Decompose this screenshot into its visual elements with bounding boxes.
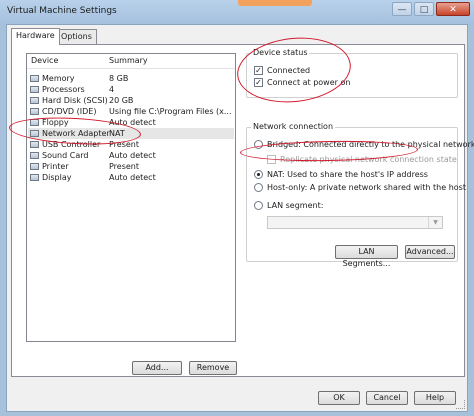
device-name: Hard Disk (SCSI) xyxy=(42,96,108,105)
device-row-hard-disk[interactable]: Hard Disk (SCSI) 20 GB xyxy=(28,95,234,106)
processor-icon xyxy=(30,86,39,93)
device-name: Memory xyxy=(42,74,75,83)
ok-button[interactable]: OK xyxy=(318,391,360,405)
connected-label: Connected xyxy=(267,66,311,75)
device-summary: 8 GB xyxy=(109,74,129,83)
device-status-group: Device status ✓ Connected ✓ Connect at p… xyxy=(246,48,458,98)
bridged-radio[interactable] xyxy=(254,140,263,149)
resize-grip[interactable] xyxy=(456,400,465,409)
network-connection-legend: Network connection xyxy=(251,122,336,131)
cd-dvd-icon xyxy=(30,108,39,115)
usb-icon xyxy=(30,141,39,148)
minimize-button[interactable]: — xyxy=(392,2,412,16)
column-header-summary[interactable]: Summary xyxy=(109,56,148,65)
device-name: Printer xyxy=(42,162,69,171)
floppy-icon xyxy=(30,119,39,126)
device-summary: Auto detect xyxy=(109,118,156,127)
device-row-processors[interactable]: Processors 4 xyxy=(28,84,234,95)
device-name: Sound Card xyxy=(42,151,89,160)
nat-label: NAT: Used to share the host's IP address xyxy=(267,170,428,179)
network-adapter-icon xyxy=(30,130,39,137)
bridged-label: Bridged: Connected directly to the physi… xyxy=(267,140,474,149)
device-row-network-adapter[interactable]: Network Adapter NAT xyxy=(28,128,234,139)
close-button[interactable]: ✕ xyxy=(436,2,470,16)
device-name: Display xyxy=(42,173,72,182)
host-only-radio[interactable] xyxy=(254,183,263,192)
lan-segments-button[interactable]: LAN Segments... xyxy=(335,245,398,268)
chevron-down-icon: ▼ xyxy=(428,217,442,228)
device-summary: 4 xyxy=(109,85,115,94)
device-name: Network Adapter xyxy=(42,129,110,138)
add-button[interactable]: Add... xyxy=(132,361,182,375)
device-name: CD/DVD (IDE) xyxy=(42,107,97,116)
replicate-label: Replicate physical network connection st… xyxy=(280,155,457,164)
advanced-button[interactable]: Advanced... xyxy=(405,245,455,259)
lan-segment-label: LAN segment: xyxy=(267,201,324,210)
device-list-header: Device Summary xyxy=(27,54,235,69)
device-row-memory[interactable]: Memory 8 GB xyxy=(28,73,234,84)
device-summary: Present xyxy=(109,162,140,171)
cancel-button[interactable]: Cancel xyxy=(366,391,408,405)
device-row-sound-card[interactable]: Sound Card Auto detect xyxy=(28,150,234,161)
lan-segment-dropdown: ▼ xyxy=(267,216,443,229)
tab-hardware[interactable]: Hardware xyxy=(11,28,60,45)
remove-button[interactable]: Remove xyxy=(189,361,237,375)
help-button[interactable]: Help xyxy=(414,391,456,405)
device-row-cd-dvd[interactable]: CD/DVD (IDE) Using file C:\Program Files… xyxy=(28,106,234,117)
window-title: Virtual Machine Settings xyxy=(7,6,117,16)
device-summary: Present xyxy=(109,140,140,149)
column-header-device[interactable]: Device xyxy=(31,56,58,65)
display-icon xyxy=(30,174,39,181)
device-summary: Using file C:\Program Files (x... xyxy=(109,107,232,116)
connect-at-power-on-checkbox[interactable]: ✓ xyxy=(254,78,263,87)
maximize-button[interactable]: □ xyxy=(414,2,434,16)
device-name: USB Controller xyxy=(42,140,101,149)
dialog-client-area: Hardware Options Device Summary Memory 8… xyxy=(6,24,474,412)
title-bar[interactable]: Virtual Machine Settings — □ ✕ xyxy=(0,0,474,24)
device-name: Floppy xyxy=(42,118,69,127)
replicate-checkbox xyxy=(267,155,276,164)
device-summary: 20 GB xyxy=(109,96,134,105)
host-only-label: Host-only: A private network shared with… xyxy=(267,183,466,192)
sound-card-icon xyxy=(30,152,39,159)
memory-icon xyxy=(30,75,39,82)
device-summary: NAT xyxy=(109,129,125,138)
device-summary: Auto detect xyxy=(109,151,156,160)
hard-disk-icon xyxy=(30,97,39,104)
device-row-printer[interactable]: Printer Present xyxy=(28,161,234,172)
connect-at-power-on-label: Connect at power on xyxy=(267,78,351,87)
network-connection-group: Network connection Bridged: Connected di… xyxy=(246,122,474,262)
device-row-floppy[interactable]: Floppy Auto detect xyxy=(28,117,234,128)
background-window-tab xyxy=(238,0,312,6)
device-status-legend: Device status xyxy=(251,48,310,57)
tab-options[interactable]: Options xyxy=(56,29,97,44)
device-summary: Auto detect xyxy=(109,173,156,182)
connected-checkbox[interactable]: ✓ xyxy=(254,66,263,75)
hardware-tab-panel: Device Summary Memory 8 GB Processors 4 … xyxy=(11,44,474,377)
device-row-display[interactable]: Display Auto detect xyxy=(28,172,234,183)
printer-icon xyxy=(30,163,39,170)
lan-segment-radio[interactable] xyxy=(254,201,263,210)
device-row-usb-controller[interactable]: USB Controller Present xyxy=(28,139,234,150)
device-list[interactable]: Device Summary Memory 8 GB Processors 4 … xyxy=(26,53,236,342)
device-name: Processors xyxy=(42,85,85,94)
nat-radio[interactable] xyxy=(254,170,263,179)
